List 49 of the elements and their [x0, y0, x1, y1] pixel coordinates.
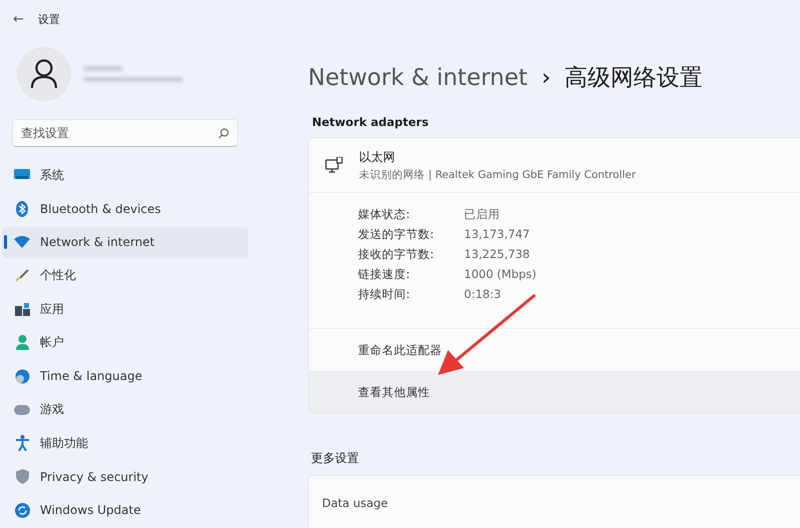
- property-label: 持续时间:: [358, 287, 411, 302]
- gamepad-icon: [14, 404, 30, 414]
- property-value: 已启用: [464, 207, 501, 222]
- sidebar-item[interactable]: 游戏: [2, 394, 248, 425]
- update-icon: [14, 502, 30, 518]
- property-value: 13,173,747: [464, 227, 531, 242]
- monitor-icon: [14, 169, 30, 181]
- sidebar-item[interactable]: 个性化: [2, 260, 248, 291]
- property-value: 13,225,738: [464, 247, 531, 262]
- bluetooth-icon: [16, 200, 28, 216]
- back-button[interactable]: ←: [13, 12, 24, 28]
- search-field[interactable]: 查找设置: [12, 119, 238, 147]
- property-label: 链接速度:: [358, 267, 411, 282]
- property-label: 媒体状态:: [358, 207, 411, 222]
- ethernet-monitor-icon: [325, 156, 343, 174]
- adapter-name: 以太网: [359, 148, 396, 166]
- sidebar-item[interactable]: 帐户: [2, 327, 248, 358]
- accessibility-icon: [16, 435, 28, 451]
- breadcrumb-separator: ›: [542, 64, 551, 90]
- sidebar-item[interactable]: Network & internet: [2, 226, 248, 258]
- adapter-description: 未识别的网络 | Realtek Gaming GbE Family Controller: [359, 168, 636, 182]
- adapter-action[interactable]: 重命名此适配器: [309, 329, 800, 371]
- settings-row[interactable]: Data usage: [308, 475, 800, 528]
- window-title: 设置: [38, 12, 60, 28]
- sidebar-item[interactable]: Time & language: [2, 360, 248, 392]
- sidebar-item[interactable]: 系统: [2, 160, 248, 190]
- shield-icon: [16, 469, 28, 484]
- sidebar-item[interactable]: Windows Update: [2, 494, 248, 526]
- section-heading: 更多设置: [311, 450, 360, 467]
- property-value: 1000 (Mbps): [464, 267, 538, 282]
- sidebar-item[interactable]: 辅助功能: [2, 428, 248, 458]
- sidebar-item[interactable]: Privacy & security: [2, 461, 248, 492]
- section-heading: Network adapters: [312, 115, 430, 129]
- selection-indicator: [4, 234, 7, 248]
- property-label: 接收的字节数:: [358, 247, 435, 262]
- search-icon: [218, 128, 229, 139]
- globe-icon: [14, 368, 30, 384]
- wifi-icon: [14, 236, 30, 248]
- blurred-name: [83, 66, 123, 72]
- brush-icon: [15, 268, 29, 282]
- sidebar-item[interactable]: 应用: [2, 294, 248, 324]
- apps-icon: [14, 302, 30, 316]
- person-icon: [16, 335, 28, 350]
- property-value: 0:18:3: [464, 287, 502, 302]
- adapter-action[interactable]: 查看其他属性: [309, 371, 800, 413]
- breadcrumb-parent[interactable]: Network & internet: [308, 64, 528, 90]
- property-label: 发送的字节数:: [358, 227, 435, 242]
- page-title: 高级网络设置: [564, 64, 703, 93]
- sidebar-item[interactable]: Bluetooth & devices: [2, 193, 248, 224]
